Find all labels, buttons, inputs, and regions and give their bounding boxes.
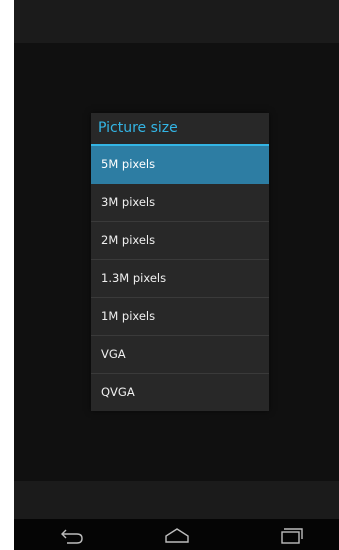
home-button[interactable] (157, 524, 197, 546)
picture-size-dialog: Picture size 5M pixels 3M pixels 2M pixe… (91, 113, 269, 411)
home-icon (165, 528, 189, 543)
option-1m-pixels[interactable]: 1M pixels (91, 298, 269, 336)
option-1-3m-pixels[interactable]: 1.3M pixels (91, 260, 269, 298)
action-bar (14, 0, 339, 43)
option-5m-pixels[interactable]: 5M pixels (91, 146, 269, 184)
option-2m-pixels[interactable]: 2M pixels (91, 222, 269, 260)
system-navigation-bar (14, 519, 339, 550)
dialog-title: Picture size (98, 120, 178, 136)
recent-apps-icon (281, 528, 303, 544)
back-icon (61, 529, 83, 544)
phone-screen: Picture size 5M pixels 3M pixels 2M pixe… (14, 0, 339, 550)
picture-size-options-list: 5M pixels 3M pixels 2M pixels 1.3M pixel… (91, 146, 269, 412)
option-qvga[interactable]: QVGA (91, 374, 269, 412)
option-3m-pixels[interactable]: 3M pixels (91, 184, 269, 222)
option-vga[interactable]: VGA (91, 336, 269, 374)
bottom-control-strip (14, 481, 339, 519)
dialog-title-bar: Picture size (91, 113, 269, 146)
back-button[interactable] (52, 524, 92, 546)
recent-apps-button[interactable] (270, 524, 310, 546)
